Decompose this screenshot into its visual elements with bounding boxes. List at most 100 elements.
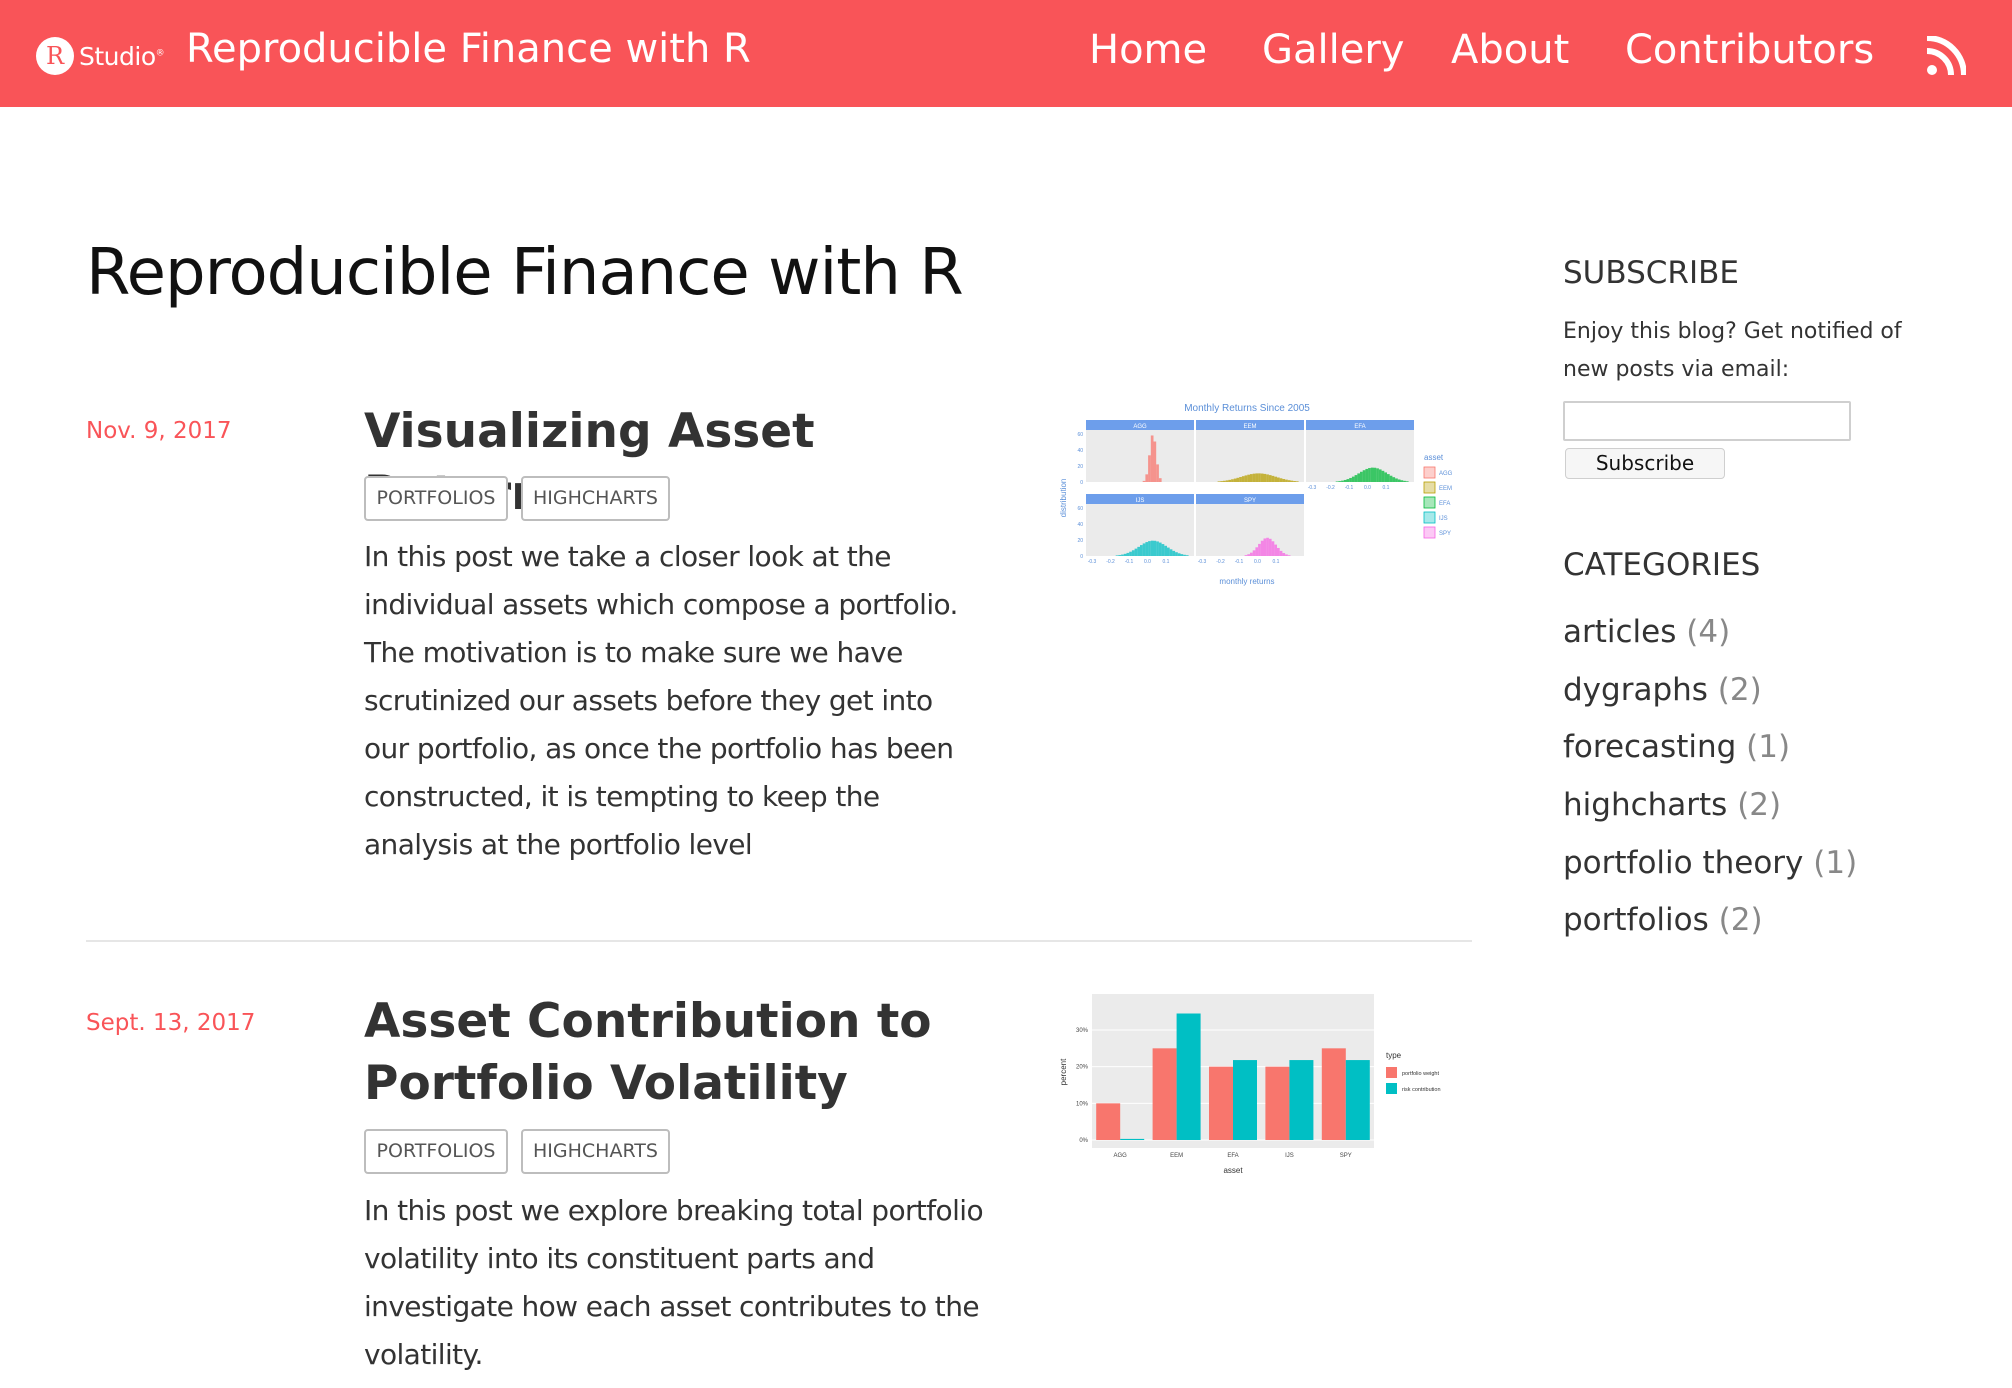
- thumb2-xlabel: asset: [1223, 1166, 1243, 1175]
- histogram-bar: [1161, 544, 1165, 556]
- histogram-bar: [1271, 475, 1275, 482]
- histogram-bar: [1341, 480, 1344, 482]
- site-title-link[interactable]: Reproducible Finance with R: [186, 26, 751, 72]
- histogram-bar: [1277, 477, 1280, 482]
- thumb1-facets: AGG EEM EFA IJS SPY 60 40 20 0 60 40 20 0 -0.3 -0.2 -0.…: [1077, 420, 1453, 565]
- category-count: (1): [1813, 845, 1858, 881]
- histogram-bar: [1384, 472, 1387, 482]
- histogram-bar: [1223, 480, 1226, 482]
- x-tick-label: SPY: [1340, 1153, 1352, 1159]
- nav-gallery[interactable]: Gallery: [1262, 27, 1404, 73]
- tag-highcharts[interactable]: HIGHCHARTS: [521, 476, 670, 521]
- histogram-bar: [1287, 480, 1291, 482]
- y-tick-label: 20%: [1076, 1065, 1089, 1071]
- x-tick-label: 0.0: [1144, 559, 1151, 565]
- histogram-bar: [1362, 470, 1366, 482]
- monthly-returns-thumbnail[interactable]: Monthly Returns Since 2005 distribution …: [1054, 400, 1474, 590]
- facet-label: AGG: [1133, 424, 1147, 430]
- histogram-bar: [1370, 467, 1374, 482]
- histogram-bar: [1268, 538, 1272, 556]
- category-count: (2): [1737, 787, 1782, 823]
- histogram-bar: [1397, 479, 1401, 482]
- histogram-bar: [1115, 555, 1119, 556]
- category-link-forecasting[interactable]: forecasting (1): [1563, 729, 1790, 765]
- category-link-portfolios[interactable]: portfolios (2): [1563, 902, 1763, 938]
- x-tick-label: -0.1: [1345, 485, 1354, 491]
- y-tick-label: 0: [1080, 554, 1083, 560]
- histogram-bar: [1252, 550, 1256, 556]
- histogram-bar: [1150, 435, 1154, 482]
- histogram-bar: [1258, 543, 1261, 556]
- page-title: Reproducible Finance with R: [86, 236, 964, 310]
- category-link-articles[interactable]: articles (4): [1563, 614, 1730, 650]
- histogram-bar: [1220, 481, 1223, 482]
- legend-swatch: [1386, 1067, 1397, 1078]
- facet-panel: [1086, 430, 1194, 482]
- bar-portfolio-weight: [1265, 1066, 1290, 1140]
- post-title-line: Portfolio Volatility: [364, 1056, 848, 1111]
- histogram-bar: [1287, 555, 1291, 556]
- category-link-dygraphs[interactable]: dygraphs (2): [1563, 672, 1762, 708]
- histogram-bar: [1354, 475, 1358, 482]
- histogram-bar: [1148, 541, 1151, 556]
- x-tick-label: -0.1: [1125, 559, 1134, 565]
- x-tick-label: -0.3: [1088, 559, 1097, 565]
- email-field[interactable]: [1563, 401, 1851, 441]
- histogram-bar: [1247, 474, 1250, 482]
- histogram-bar: [1295, 481, 1299, 482]
- post-title-link[interactable]: Asset Contribution to Portfolio Volatili…: [364, 991, 1004, 1115]
- histogram-bar: [1387, 474, 1390, 482]
- facet-label: IJS: [1136, 498, 1145, 504]
- histogram-bar: [1148, 455, 1151, 482]
- rss-icon[interactable]: [1926, 36, 1966, 76]
- histogram-bar: [1236, 477, 1240, 482]
- legend-label: risk contribution: [1402, 1087, 1441, 1093]
- tag-portfolios[interactable]: PORTFOLIOS: [364, 1129, 508, 1174]
- histogram-bar: [1282, 478, 1286, 482]
- top-navbar: R Studio® Reproducible Finance with R Ho…: [0, 0, 2012, 107]
- legend-label: AGG: [1439, 471, 1453, 477]
- post-excerpt: In this post we take a closer look at th…: [364, 540, 958, 861]
- histogram-bar: [1217, 481, 1221, 482]
- histogram-bar: [1145, 542, 1149, 556]
- histogram-bar: [1250, 552, 1253, 556]
- post-divider: [86, 940, 1472, 942]
- facet-label: SPY: [1244, 498, 1256, 504]
- histogram-bar: [1233, 478, 1237, 482]
- histogram-bar: [1225, 480, 1229, 482]
- nav-about[interactable]: About: [1451, 27, 1569, 73]
- nav-home[interactable]: Home: [1089, 27, 1207, 73]
- histogram-bar: [1255, 473, 1259, 482]
- histogram-bar: [1123, 553, 1127, 556]
- logo-r-circle: R: [36, 37, 74, 75]
- asset-contribution-thumbnail[interactable]: percent asset type 30% 20% 10% 0% AGG EEM EFA I…: [1054, 992, 1474, 1182]
- histogram-bar: [1167, 547, 1170, 556]
- histogram-bar: [1129, 551, 1132, 556]
- histogram-bar: [1360, 471, 1363, 482]
- category-count: (1): [1746, 729, 1791, 765]
- facet-panel: [1196, 504, 1304, 556]
- histogram-bar: [1239, 477, 1242, 482]
- histogram-bar: [1118, 555, 1122, 556]
- nav-contributors[interactable]: Contributors: [1625, 27, 1874, 73]
- y-tick-label: 40: [1077, 448, 1083, 454]
- histogram-bar: [1126, 552, 1130, 556]
- histogram-bar: [1142, 543, 1146, 556]
- histogram-bar: [1290, 480, 1294, 482]
- histogram-bar: [1376, 468, 1379, 482]
- category-link-highcharts[interactable]: highcharts (2): [1563, 787, 1781, 823]
- histogram-bar: [1131, 550, 1135, 556]
- histogram-bar: [1266, 474, 1269, 482]
- histogram-bar: [1137, 546, 1140, 556]
- rstudio-logo[interactable]: R Studio®: [36, 36, 165, 76]
- histogram-bar: [1150, 540, 1154, 556]
- histogram-bar: [1373, 467, 1377, 482]
- category-link-portfolio-theory[interactable]: portfolio theory (1): [1563, 845, 1857, 881]
- histogram-bar: [1274, 544, 1277, 556]
- subscribe-button[interactable]: Subscribe: [1565, 448, 1725, 479]
- thumb2-ylabel: percent: [1059, 1058, 1068, 1085]
- tag-highcharts[interactable]: HIGHCHARTS: [521, 1129, 670, 1174]
- tag-portfolios[interactable]: PORTFOLIOS: [364, 476, 508, 521]
- thumb1-xlabel: monthly returns: [1219, 577, 1274, 586]
- x-tick-label: -0.2: [1216, 559, 1225, 565]
